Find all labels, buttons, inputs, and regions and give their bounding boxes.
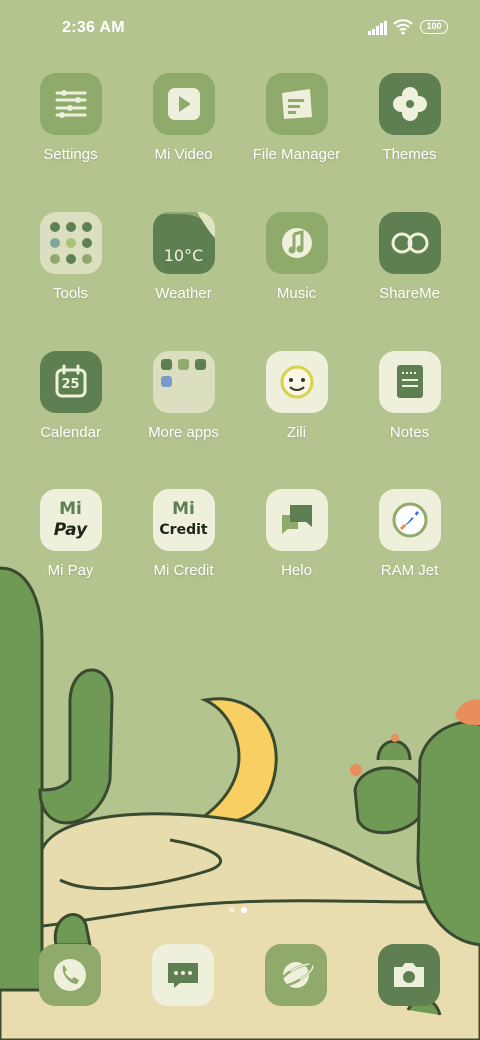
cactus-left [0, 566, 44, 992]
app-label: Notes [389, 424, 430, 441]
status-bar: 2:36 AM 100 [0, 0, 480, 56]
dock-camera[interactable] [378, 944, 440, 1006]
app-mi-video[interactable]: Mi Video [127, 73, 240, 163]
app-label: Zili [286, 424, 307, 441]
app-helo[interactable]: Helo [240, 489, 353, 579]
status-time: 2:36 AM [62, 19, 125, 36]
settings-icon [39, 73, 102, 135]
app-label: Mi Video [154, 146, 213, 163]
flower-icon [378, 73, 441, 135]
app-ram-jet[interactable]: RAM Jet [353, 489, 466, 579]
zili-face-icon [265, 351, 328, 413]
page-dot-1[interactable] [229, 907, 235, 913]
app-mi-pay[interactable]: Mi Pay Mi Pay [14, 489, 127, 579]
app-themes[interactable]: Themes [353, 73, 466, 163]
app-weather[interactable]: 10°C Weather [127, 212, 240, 302]
app-label: File Manager [252, 146, 341, 163]
app-zili[interactable]: Zili [240, 351, 353, 441]
mi-pay-icon: Mi Pay [39, 489, 102, 551]
page-dot-2[interactable] [241, 907, 247, 913]
app-label: Themes [382, 146, 437, 163]
weather-temp: 10°C [163, 246, 204, 265]
app-label: Calendar [40, 424, 101, 441]
app-music[interactable]: Music [240, 212, 353, 302]
notes-icon [378, 351, 441, 413]
app-label: RAM Jet [380, 562, 439, 579]
phone-icon [39, 944, 101, 1006]
dock-messages[interactable] [152, 944, 214, 1006]
app-label: Tools [52, 285, 89, 302]
calendar-icon: 25 [39, 351, 102, 413]
app-shareme[interactable]: ShareMe [353, 212, 466, 302]
dock-phone[interactable] [39, 944, 101, 1006]
app-label: Weather [155, 285, 212, 302]
mi-pay-glyph-bottom: Pay [53, 520, 88, 540]
page-indicator[interactable] [226, 900, 250, 918]
app-label: Mi Pay [47, 562, 94, 579]
cactus-right-small [353, 766, 427, 835]
app-folder-tools[interactable]: Tools [14, 212, 127, 302]
app-mi-credit[interactable]: Mi Credit Mi Credit [127, 489, 240, 579]
mi-credit-glyph-top: Mi [172, 499, 195, 519]
battery-indicator: 100 [420, 20, 448, 34]
weather-icon: 10°C [152, 212, 215, 274]
app-file-manager[interactable]: File Manager [240, 73, 353, 163]
rocket-icon [378, 489, 441, 551]
mi-pay-glyph-top: Mi [59, 499, 82, 519]
app-label: Helo [281, 562, 312, 579]
music-note-icon [265, 212, 328, 274]
app-folder-more-apps[interactable]: More apps [127, 351, 240, 441]
wifi-icon [393, 19, 413, 35]
more-apps-folder-icon [152, 351, 215, 413]
app-calendar[interactable]: 25 Calendar [14, 351, 127, 441]
dock-browser[interactable] [265, 944, 327, 1006]
mi-credit-glyph-bottom: Credit [159, 522, 208, 538]
calendar-day: 25 [61, 377, 80, 392]
app-label: More apps [148, 424, 219, 441]
app-label: Music [276, 285, 317, 302]
app-settings[interactable]: Settings [14, 73, 127, 163]
browser-planet-icon [265, 944, 327, 1006]
app-label: ShareMe [379, 285, 440, 302]
app-notes[interactable]: Notes [353, 351, 466, 441]
mi-credit-icon: Mi Credit [152, 489, 215, 551]
tools-folder-icon [39, 212, 102, 274]
chat-bubbles-icon [265, 489, 328, 551]
camera-icon [378, 944, 440, 1006]
app-label: Mi Credit [153, 562, 214, 579]
folder-icon [265, 73, 328, 135]
play-icon [152, 73, 215, 135]
app-label: Settings [43, 146, 98, 163]
messages-icon [152, 944, 214, 1006]
signal-icon [368, 21, 387, 35]
infinity-icon [378, 212, 441, 274]
